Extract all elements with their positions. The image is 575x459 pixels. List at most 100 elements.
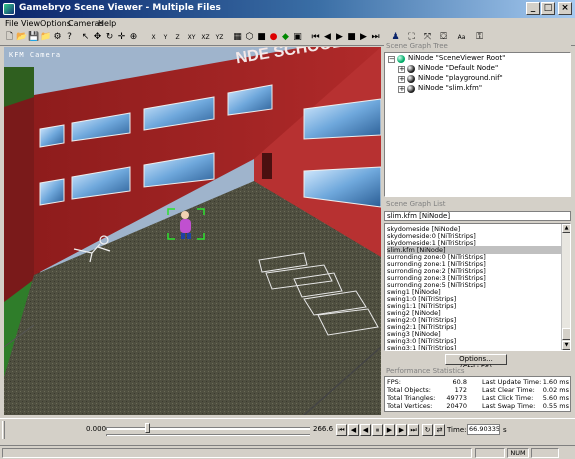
- node-icon: [407, 65, 415, 73]
- zoom-icon[interactable]: ⊕: [128, 32, 139, 43]
- skip-start-icon[interactable]: ⏮: [310, 32, 321, 43]
- menu-bar: File View Options Cameras Help: [0, 18, 575, 30]
- camera-icon[interactable]: ▣: [292, 32, 303, 43]
- sphere-icon[interactable]: ●: [268, 32, 279, 43]
- play-button-icon[interactable]: ▶: [384, 424, 395, 436]
- grid-icon[interactable]: ▦: [232, 32, 243, 43]
- new-file-icon[interactable]: 🗋: [4, 32, 15, 43]
- expand-icon[interactable]: +: [398, 66, 405, 73]
- folder-icon[interactable]: 📁: [40, 32, 51, 43]
- performance-panel: FPS: 60.8 Total Objects: 172 Total Trian…: [384, 376, 571, 412]
- timeline-start: 0.000: [86, 425, 107, 433]
- window-title: Gamebryo Scene Viewer - Multiple Files: [19, 3, 221, 13]
- select-arrow-icon[interactable]: ↖: [80, 32, 91, 43]
- total-vertices-value: 20470: [446, 402, 467, 410]
- play-icon[interactable]: ▶: [334, 32, 345, 43]
- expand-icon[interactable]: +: [398, 86, 405, 93]
- minimize-button[interactable]: _: [526, 2, 540, 15]
- tree-item-root[interactable]: NiNode "SceneViewer Root": [408, 54, 505, 64]
- scroll-up-icon[interactable]: ▲: [562, 224, 570, 233]
- total-triangles-value: 49773: [446, 394, 467, 402]
- close-button[interactable]: ×: [558, 2, 572, 15]
- scroll-thumb[interactable]: [562, 328, 570, 340]
- performance-title: Performance Statistics: [384, 367, 571, 376]
- axis-z-button[interactable]: Z: [172, 32, 183, 43]
- scene-graph-tree[interactable]: − NiNode "SceneViewer Root" + NiNode "De…: [384, 52, 571, 197]
- list-filter-field[interactable]: slim.kfm [NiNode]: [384, 211, 571, 221]
- last-click-value: 5.60 ms: [542, 394, 569, 402]
- axis-yz-button[interactable]: YZ: [214, 32, 225, 43]
- last-swap-value: 0.55 ms: [542, 402, 569, 410]
- options-button[interactable]: Options... (Ctrl+F6): [445, 354, 507, 372]
- rotate-icon[interactable]: ↻: [104, 32, 115, 43]
- timeline-ticks: [106, 434, 310, 436]
- list-item[interactable]: swing3:1 [NiTriStrips]: [387, 344, 561, 350]
- status-cell-3: [531, 448, 559, 458]
- axis-x-button[interactable]: X: [148, 32, 159, 43]
- fps-value: 60.8: [452, 378, 467, 386]
- move-icon[interactable]: ✛: [116, 32, 127, 43]
- loop-icon[interactable]: ↻: [422, 424, 433, 436]
- scene-graph-list-title: Scene Graph List: [384, 200, 571, 209]
- scene-graph-list[interactable]: skydomeside [NiNode] skydomeside:0 [NiTri…: [384, 223, 571, 351]
- scene-render: NDE SCHOOL: [4, 47, 381, 415]
- total-vertices-label: Total Vertices:: [387, 402, 433, 410]
- menu-options[interactable]: Options: [40, 19, 71, 28]
- step-back-icon[interactable]: ◀: [322, 32, 333, 43]
- skip-end-icon[interactable]: ⏭: [370, 32, 381, 43]
- total-objects-label: Total Objects:: [387, 386, 431, 394]
- scene-graph-tree-title: Scene Graph Tree: [384, 42, 571, 51]
- settings-icon[interactable]: ⚙: [52, 32, 63, 43]
- last-clear-value: 0.02 ms: [542, 386, 569, 394]
- status-num: NUM: [507, 448, 529, 458]
- stop-icon[interactable]: ■: [346, 32, 357, 43]
- status-cell-1: [475, 448, 505, 458]
- sync-icon[interactable]: ⇄: [434, 424, 445, 436]
- menu-help[interactable]: Help: [98, 19, 116, 28]
- app-icon: [3, 3, 15, 15]
- axis-y-button[interactable]: Y: [160, 32, 171, 43]
- expand-icon[interactable]: +: [398, 76, 405, 83]
- last-update-label: Last Update Time:: [482, 378, 542, 386]
- last-click-label: Last Click Time:: [482, 394, 534, 402]
- timeline-track[interactable]: [106, 427, 310, 430]
- save-icon[interactable]: 💾: [28, 32, 39, 43]
- tree-item-playground[interactable]: NiNode "playground.nif": [418, 74, 503, 84]
- axis-xz-button[interactable]: XZ: [200, 32, 211, 43]
- timeline-thumb[interactable]: [144, 423, 150, 433]
- help-icon[interactable]: ?: [64, 32, 75, 43]
- total-objects-value: 172: [454, 386, 467, 394]
- prev-frame-icon[interactable]: ◀: [348, 424, 359, 436]
- tree-item-default-node[interactable]: NiNode "Default Node": [418, 64, 498, 74]
- door: [262, 153, 272, 179]
- camera-label: KFM Camera: [9, 51, 62, 59]
- total-triangles-label: Total Triangles:: [387, 394, 436, 402]
- root-node-icon: [397, 55, 405, 63]
- go-end-icon[interactable]: ⏭: [408, 424, 419, 436]
- go-start-icon[interactable]: ⏮: [336, 424, 347, 436]
- node-icon: [407, 75, 415, 83]
- open-folder-icon[interactable]: 📂: [16, 32, 27, 43]
- tree-item-slim[interactable]: NiNode "slim.kfm": [418, 84, 482, 94]
- scroll-down-icon[interactable]: ▼: [562, 341, 570, 350]
- pause-icon[interactable]: ⏸: [372, 424, 383, 436]
- play-reverse-icon[interactable]: ◀: [360, 424, 371, 436]
- wireframe-icon[interactable]: ⬡: [244, 32, 255, 43]
- collapse-icon[interactable]: −: [388, 56, 395, 63]
- cube-icon[interactable]: ■: [256, 32, 267, 43]
- light-icon[interactable]: ◆: [280, 32, 291, 43]
- next-frame-icon[interactable]: ▶: [396, 424, 407, 436]
- fps-label: FPS:: [387, 378, 401, 386]
- render-viewport[interactable]: NDE SCHOOL KFM Camera: [4, 47, 381, 415]
- step-forward-icon[interactable]: ▶: [358, 32, 369, 43]
- grip: [2, 421, 5, 439]
- translate-icon[interactable]: ✥: [92, 32, 103, 43]
- list-scrollbar[interactable]: ▲ ▼: [561, 224, 570, 350]
- node-icon: [407, 85, 415, 93]
- maximize-button[interactable]: □: [541, 2, 555, 15]
- menu-view[interactable]: View: [21, 19, 40, 28]
- axis-xy-button[interactable]: XY: [186, 32, 197, 43]
- time-input[interactable]: 66.903357: [467, 424, 500, 435]
- last-update-value: 1.60 ms: [542, 378, 569, 386]
- menu-file[interactable]: File: [5, 19, 18, 28]
